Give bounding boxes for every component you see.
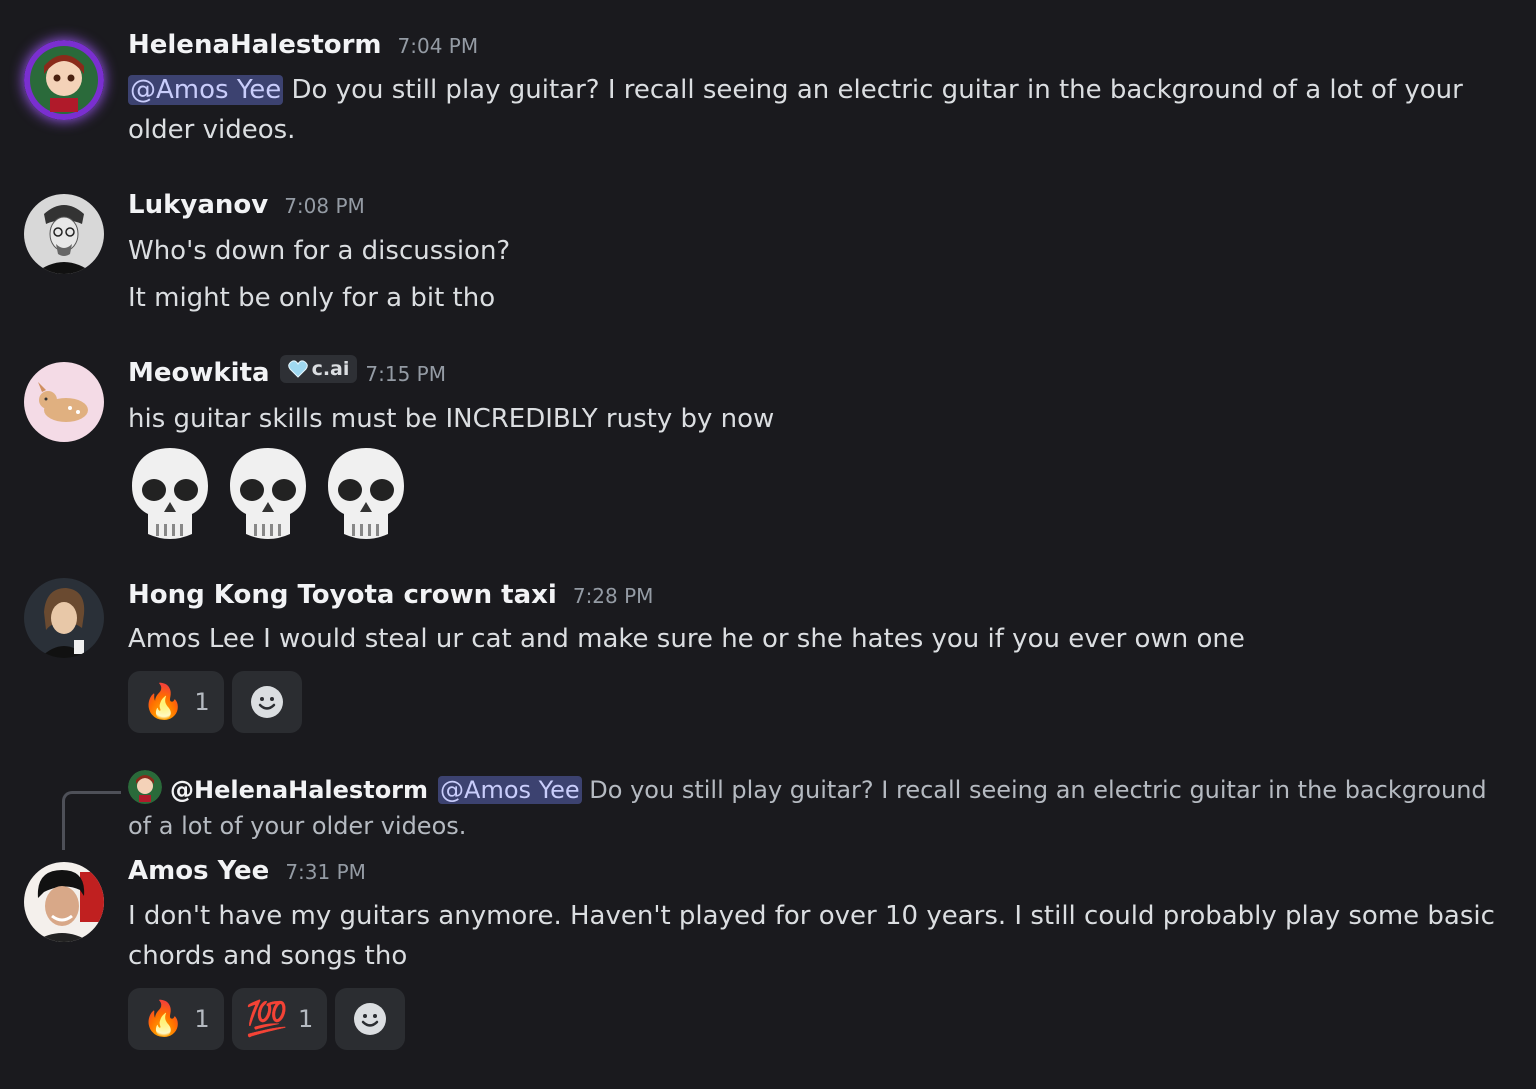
add-reaction-icon (354, 1003, 387, 1035)
message-text: Do you still play guitar? I recall seein… (128, 75, 1463, 145)
add-reaction-button[interactable] (335, 988, 406, 1050)
emoji-row (128, 446, 408, 542)
avatar-helena[interactable] (24, 40, 104, 120)
reaction-count: 1 (194, 1005, 210, 1033)
heart-badge-icon (287, 360, 308, 378)
user-mention[interactable]: @Amos Yee (438, 776, 582, 804)
reaction-fire[interactable]: 🔥 1 (128, 988, 224, 1050)
badge-label: c.ai (311, 358, 350, 380)
reaction-count: 1 (194, 688, 210, 716)
avatar-lukyanov[interactable] (24, 194, 104, 274)
reaction-fire[interactable]: 🔥 1 (128, 671, 224, 733)
message-text: It might be only for a bit tho (128, 283, 496, 313)
reply-connector (62, 791, 121, 850)
fire-icon: 🔥 (142, 682, 185, 722)
username[interactable]: Amos Yee (128, 856, 269, 886)
reactions-bar: 🔥 1 💯 1 (128, 988, 406, 1050)
message-text: I don't have my guitars anymore. Haven't… (128, 901, 1495, 971)
user-mention[interactable]: @Amos Yee (128, 75, 284, 105)
avatar-hongkong-taxi[interactable] (24, 578, 104, 658)
username[interactable]: Meowkita (128, 358, 270, 388)
timestamp[interactable]: 7:31 PM (285, 860, 366, 884)
reply-reference[interactable]: @HelenaHalestorm @Amos Yee Do you still p… (128, 770, 1508, 844)
username[interactable]: Lukyanov (128, 190, 268, 220)
reactions-bar: 🔥 1 (128, 671, 302, 733)
hundred-points-icon: 💯 (245, 999, 288, 1039)
avatar-meowkita[interactable] (24, 362, 104, 442)
reaction-count: 1 (297, 1005, 314, 1033)
username[interactable]: Hong Kong Toyota crown taxi (128, 580, 557, 610)
message-content: @Amos Yee Do you still play guitar? I re… (128, 70, 1508, 150)
timestamp[interactable]: 7:04 PM (398, 34, 479, 58)
add-reaction-icon (250, 686, 283, 718)
timestamp[interactable]: 7:15 PM (365, 362, 446, 386)
message-text: Amos Lee I would steal ur cat and make s… (128, 624, 1245, 654)
guild-tag-badge[interactable]: c.ai (279, 355, 358, 383)
skull-icon[interactable] (226, 446, 310, 542)
username[interactable]: HelenaHalestorm (128, 30, 382, 60)
reply-avatar-helena (128, 770, 162, 804)
timestamp[interactable]: 7:08 PM (284, 194, 365, 218)
avatar-amos-yee[interactable] (24, 862, 104, 942)
reply-username[interactable]: @HelenaHalestorm (170, 776, 428, 804)
add-reaction-button[interactable] (231, 671, 302, 733)
skull-icon[interactable] (128, 446, 212, 542)
timestamp[interactable]: 7:28 PM (573, 584, 654, 608)
fire-icon: 🔥 (142, 999, 185, 1039)
skull-icon[interactable] (324, 446, 408, 542)
message-text: his guitar skills must be INCREDIBLY rus… (128, 404, 775, 434)
message-text: Who's down for a discussion? (128, 236, 511, 266)
reaction-hundred[interactable]: 💯 1 (231, 988, 328, 1050)
